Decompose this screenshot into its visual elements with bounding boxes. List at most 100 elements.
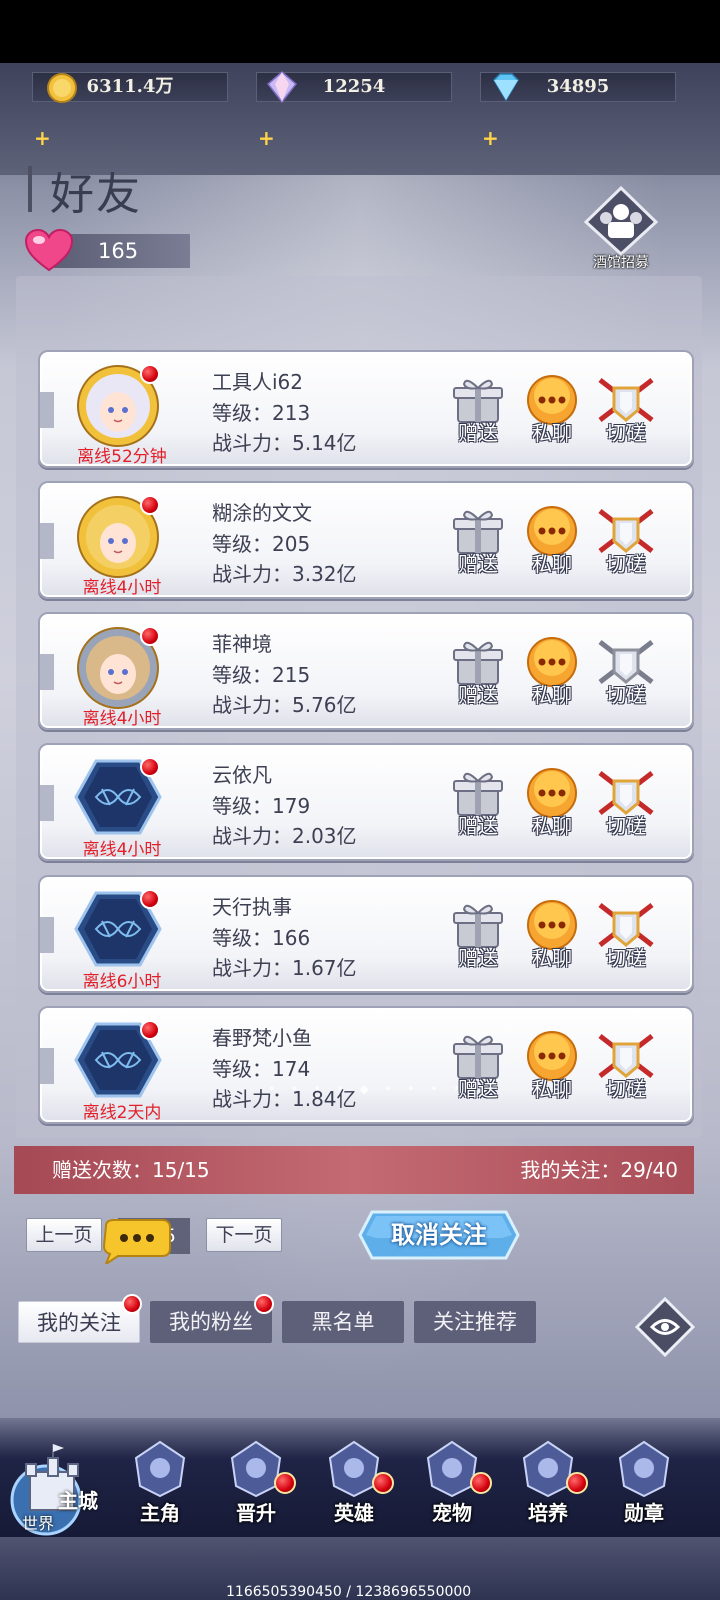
chat-label: 私聊 — [532, 814, 572, 838]
friend-card: 离线52分钟 工具人i62 等级：213 战斗力：5.14亿 赠送 私聊 切磋 — [38, 350, 694, 468]
chat-button[interactable]: 私聊 — [520, 636, 584, 708]
friend-power: 战斗力：1.67亿 — [212, 956, 357, 980]
notification-dot — [140, 495, 160, 515]
duel-button[interactable]: 切磋 — [594, 1030, 658, 1102]
duel-label: 切磋 — [606, 421, 646, 445]
duel-label: 切磋 — [606, 1077, 646, 1101]
online-status: 离线6小时 — [82, 972, 162, 992]
gift-button[interactable]: 赠送 — [446, 767, 510, 839]
duel-button[interactable]: 切磋 — [594, 505, 658, 577]
gift-button[interactable]: 赠送 — [446, 505, 510, 577]
friend-power: 战斗力：5.14亿 — [212, 431, 357, 455]
friend-level: 等级：166 — [212, 926, 311, 950]
nav-notification-dot — [372, 1472, 394, 1494]
nav-notification-dot — [274, 1472, 296, 1494]
notification-dot — [140, 364, 160, 384]
unfollow-label: 取消关注 — [391, 1221, 487, 1249]
tavern-recruit-button[interactable]: 酒馆招募 — [583, 185, 659, 272]
friend-card: 离线4小时 糊涂的文文 等级：205 战斗力：3.32亿 赠送 私聊 切磋 — [38, 481, 694, 599]
chat-bubble-icon[interactable] — [100, 1218, 172, 1264]
nav-medal[interactable]: 勋章 — [604, 1438, 684, 1530]
chat-label: 私聊 — [532, 552, 572, 576]
friend-level: 等级：205 — [212, 532, 311, 556]
chat-label: 私聊 — [532, 683, 572, 707]
tab-notification-dot — [254, 1294, 274, 1314]
friend-level: 等级：215 — [212, 663, 311, 687]
online-status: 离线52分钟 — [77, 447, 167, 467]
notification-dot — [140, 1020, 160, 1040]
chat-button[interactable]: 私聊 — [520, 505, 584, 577]
notification-dot — [140, 757, 160, 777]
main-city-button[interactable]: 主城 世界 — [6, 1440, 110, 1538]
heart-icon — [24, 228, 74, 272]
online-status: 离线2天内 — [82, 1103, 162, 1123]
friend-name: 菲神境 — [212, 632, 272, 656]
chat-button[interactable]: 私聊 — [520, 899, 584, 971]
gift-button[interactable]: 赠送 — [446, 636, 510, 708]
nav-label: 主角 — [140, 1501, 180, 1525]
nav-hero[interactable]: 主角 — [120, 1438, 200, 1530]
nav-label: 勋章 — [624, 1501, 664, 1525]
debug-counter: 1166505390450 / 1238696550000 — [226, 1584, 472, 1600]
world-label: 世界 — [22, 1514, 55, 1533]
friend-level: 等级：179 — [212, 794, 311, 818]
nav-notification-dot — [566, 1472, 588, 1494]
friend-name: 天行执事 — [212, 895, 292, 919]
next-page-button[interactable]: 下一页 — [206, 1218, 282, 1252]
gold-amount: 6311.4万 — [86, 76, 174, 97]
nav-label: 英雄 — [334, 1501, 374, 1525]
notification-dot — [140, 889, 160, 909]
friend-name: 春野梵小鱼 — [212, 1026, 312, 1050]
diamond-icon — [493, 73, 519, 102]
chat-button[interactable]: 私聊 — [520, 374, 584, 446]
nav-notification-dot — [470, 1472, 492, 1494]
gift-button[interactable]: 赠送 — [446, 899, 510, 971]
duel-button[interactable]: 切磋 — [594, 899, 658, 971]
add-gold-icon[interactable]: + — [34, 128, 51, 148]
diamond-amount: 34895 — [546, 76, 610, 97]
duel-label: 切磋 — [606, 552, 646, 576]
chat-button[interactable]: 私聊 — [520, 1030, 584, 1102]
duel-button[interactable]: 切磋 — [594, 636, 658, 708]
friend-card: 离线4小时 菲神境 等级：215 战斗力：5.76亿 赠送 私聊 切磋 — [38, 612, 694, 730]
tavern-recruit-icon — [583, 185, 659, 257]
friend-card: 离线2天内 春野梵小鱼 等级：174 战斗力：1.84亿 赠送 私聊 切磋 — [38, 1006, 694, 1124]
duel-button[interactable]: 切磋 — [594, 767, 658, 839]
hearts-count: 165 — [98, 239, 139, 263]
tab-2[interactable]: 黑名单 — [282, 1301, 404, 1343]
gold-coin-icon — [47, 73, 77, 103]
hero-icon — [134, 1440, 186, 1498]
add-crystal-icon[interactable]: + — [258, 128, 275, 148]
crystal-amount: 12254 — [322, 76, 386, 97]
chat-label: 私聊 — [532, 421, 572, 445]
online-status: 离线4小时 — [82, 578, 162, 598]
friend-name: 云依凡 — [212, 763, 272, 787]
duel-button[interactable]: 切磋 — [594, 374, 658, 446]
duel-label: 切磋 — [606, 683, 646, 707]
rainbow-crystal-icon — [266, 71, 298, 104]
unfollow-button[interactable]: 取消关注 — [358, 1208, 520, 1262]
nav-label: 培养 — [528, 1501, 568, 1525]
gift-button[interactable]: 赠送 — [446, 374, 510, 446]
online-status: 离线4小时 — [82, 840, 162, 860]
main-city-label: 主城 — [58, 1489, 98, 1513]
notification-dot — [140, 626, 160, 646]
gift-label: 赠送 — [458, 814, 498, 838]
friend-power: 战斗力：3.32亿 — [212, 562, 357, 586]
follow-count: 我的关注：29/40 — [520, 1158, 678, 1182]
chat-button[interactable]: 私聊 — [520, 767, 584, 839]
prev-page-button[interactable]: 上一页 — [26, 1218, 102, 1252]
page-indicator-dots: • • • • ◆ • • • • — [268, 1082, 467, 1096]
add-diamond-icon[interactable]: + — [482, 128, 499, 148]
gift-label: 赠送 — [458, 421, 498, 445]
gift-label: 赠送 — [458, 946, 498, 970]
gift-label: 赠送 — [458, 683, 498, 707]
medal-icon — [618, 1440, 670, 1498]
friend-power: 战斗力：2.03亿 — [212, 824, 357, 848]
chat-label: 私聊 — [532, 1077, 572, 1101]
menu-toggle-icon[interactable] — [634, 1296, 696, 1358]
page-title: 好友 — [50, 169, 142, 220]
friend-card: 离线4小时 云依凡等级：179 战斗力：2.03亿 赠送 私聊 切磋 — [38, 743, 694, 861]
tab-3[interactable]: 关注推荐 — [414, 1301, 536, 1343]
duel-label: 切磋 — [606, 946, 646, 970]
